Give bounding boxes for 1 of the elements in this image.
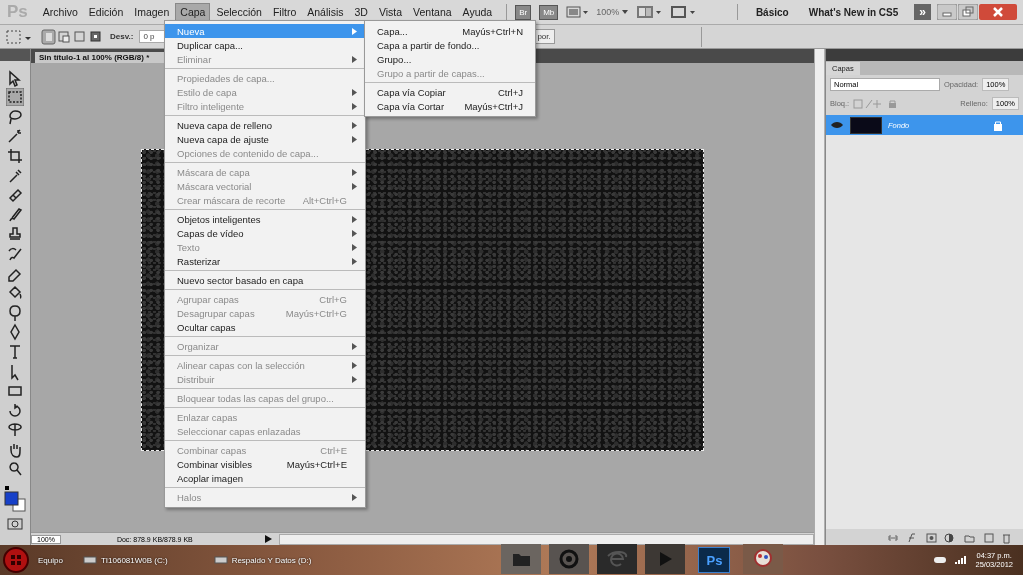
feather-label: Desv.:: [110, 32, 134, 41]
